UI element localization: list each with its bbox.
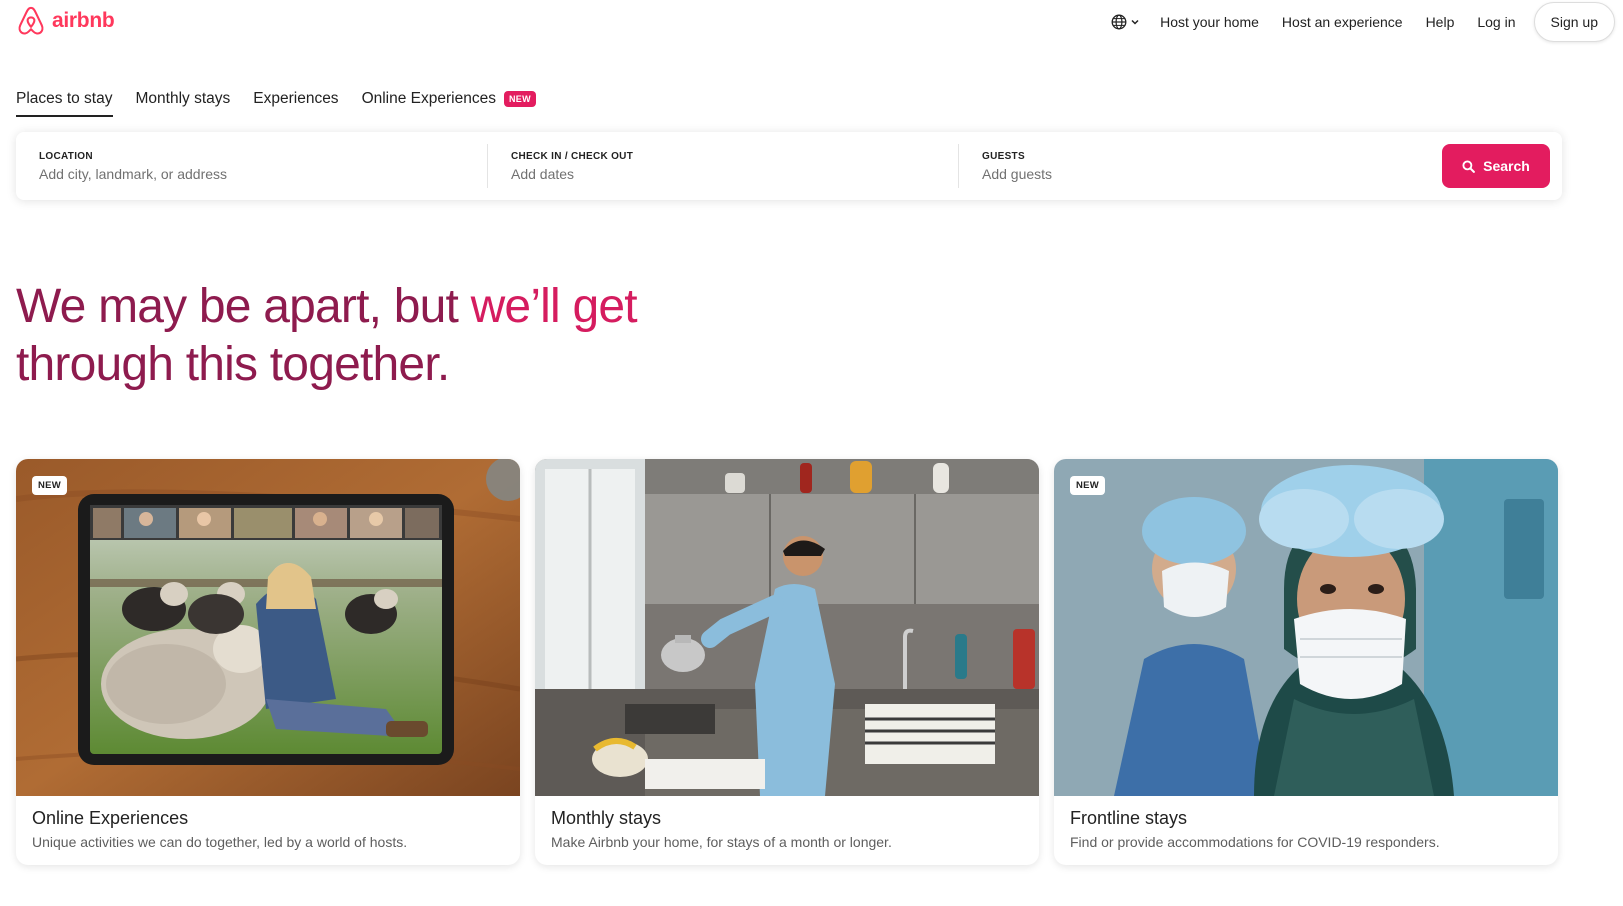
tab-online-experiences[interactable]: Online Experiences NEW — [362, 90, 536, 115]
card-description: Unique activities we can do together, le… — [32, 834, 408, 850]
location-input[interactable] — [39, 165, 465, 182]
feature-cards: NEW Online Experiences Unique activities… — [16, 459, 1558, 865]
new-badge: NEW — [32, 476, 68, 495]
new-badge: NEW — [503, 91, 536, 107]
search-icon — [1462, 159, 1476, 173]
card-monthly-stays[interactable]: Monthly stays Make Airbnb your home, for… — [535, 459, 1039, 865]
card-online-experiences[interactable]: NEW Online Experiences Unique activities… — [16, 459, 520, 865]
tab-monthly-stays[interactable]: Monthly stays — [136, 90, 231, 115]
dates-label: CHECK IN / CHECK OUT — [511, 150, 634, 162]
header-nav: Host your home Host an experience Help L… — [1111, 0, 1615, 44]
tab-label: Online Experiences — [361, 90, 496, 107]
brand-name: airbnb — [52, 9, 115, 32]
guests-field[interactable]: GUESTS — [958, 144, 1442, 188]
dates-input[interactable] — [511, 165, 936, 182]
hero-line1-part2: we’ll get — [470, 280, 638, 333]
card-title: Frontline stays — [1070, 808, 1188, 828]
card-frontline-stays[interactable]: NEW Frontline stays Find or provide acco… — [1054, 459, 1558, 865]
dates-field[interactable]: CHECK IN / CHECK OUT — [487, 144, 958, 188]
new-badge: NEW — [1070, 476, 1106, 495]
search-button-label: Search — [1483, 158, 1530, 174]
tab-label: Places to stay — [16, 90, 113, 107]
hero-line2: through this together. — [16, 338, 450, 391]
card-description: Make Airbnb your home, for stays of a mo… — [551, 834, 892, 850]
guests-label: GUESTS — [982, 150, 1025, 162]
tab-experiences[interactable]: Experiences — [253, 90, 338, 115]
airbnb-logo[interactable]: airbnb — [16, 5, 115, 37]
tablet-video-call-image — [16, 459, 520, 796]
log-in-link[interactable]: Log in — [1477, 14, 1515, 30]
help-link[interactable]: Help — [1426, 14, 1455, 30]
card-image — [535, 459, 1039, 796]
card-image: NEW — [16, 459, 520, 796]
chevron-down-icon — [1131, 19, 1139, 25]
medical-workers-image — [1054, 459, 1558, 796]
kitchen-image — [535, 459, 1039, 796]
search-button[interactable]: Search — [1442, 144, 1550, 188]
card-title: Online Experiences — [32, 808, 189, 828]
hero-line1-part1: We may be apart, but — [16, 280, 471, 333]
language-button[interactable] — [1111, 14, 1140, 30]
top-header: airbnb Host your home Host an experience… — [0, 0, 1623, 44]
hero-heading: We may be apart, but we’ll get through t… — [16, 278, 736, 394]
tab-places-to-stay[interactable]: Places to stay — [16, 90, 113, 117]
search-bar: LOCATION CHECK IN / CHECK OUT GUESTS Sea… — [16, 132, 1562, 200]
globe-icon — [1111, 14, 1127, 30]
host-an-experience-link[interactable]: Host an experience — [1282, 14, 1403, 30]
card-description: Find or provide accommodations for COVID… — [1070, 834, 1440, 850]
category-tabs: Places to stay Monthly stays Experiences… — [16, 90, 559, 117]
card-title: Monthly stays — [551, 808, 662, 828]
location-label: LOCATION — [39, 150, 93, 162]
card-image: NEW — [1054, 459, 1558, 796]
tab-label: Monthly stays — [135, 90, 231, 107]
airbnb-logo-icon — [18, 6, 44, 35]
guests-input[interactable] — [982, 165, 1419, 182]
host-your-home-link[interactable]: Host your home — [1160, 14, 1259, 30]
location-field[interactable]: LOCATION — [16, 144, 487, 188]
sign-up-button[interactable]: Sign up — [1533, 2, 1615, 42]
tab-label: Experiences — [253, 90, 339, 107]
